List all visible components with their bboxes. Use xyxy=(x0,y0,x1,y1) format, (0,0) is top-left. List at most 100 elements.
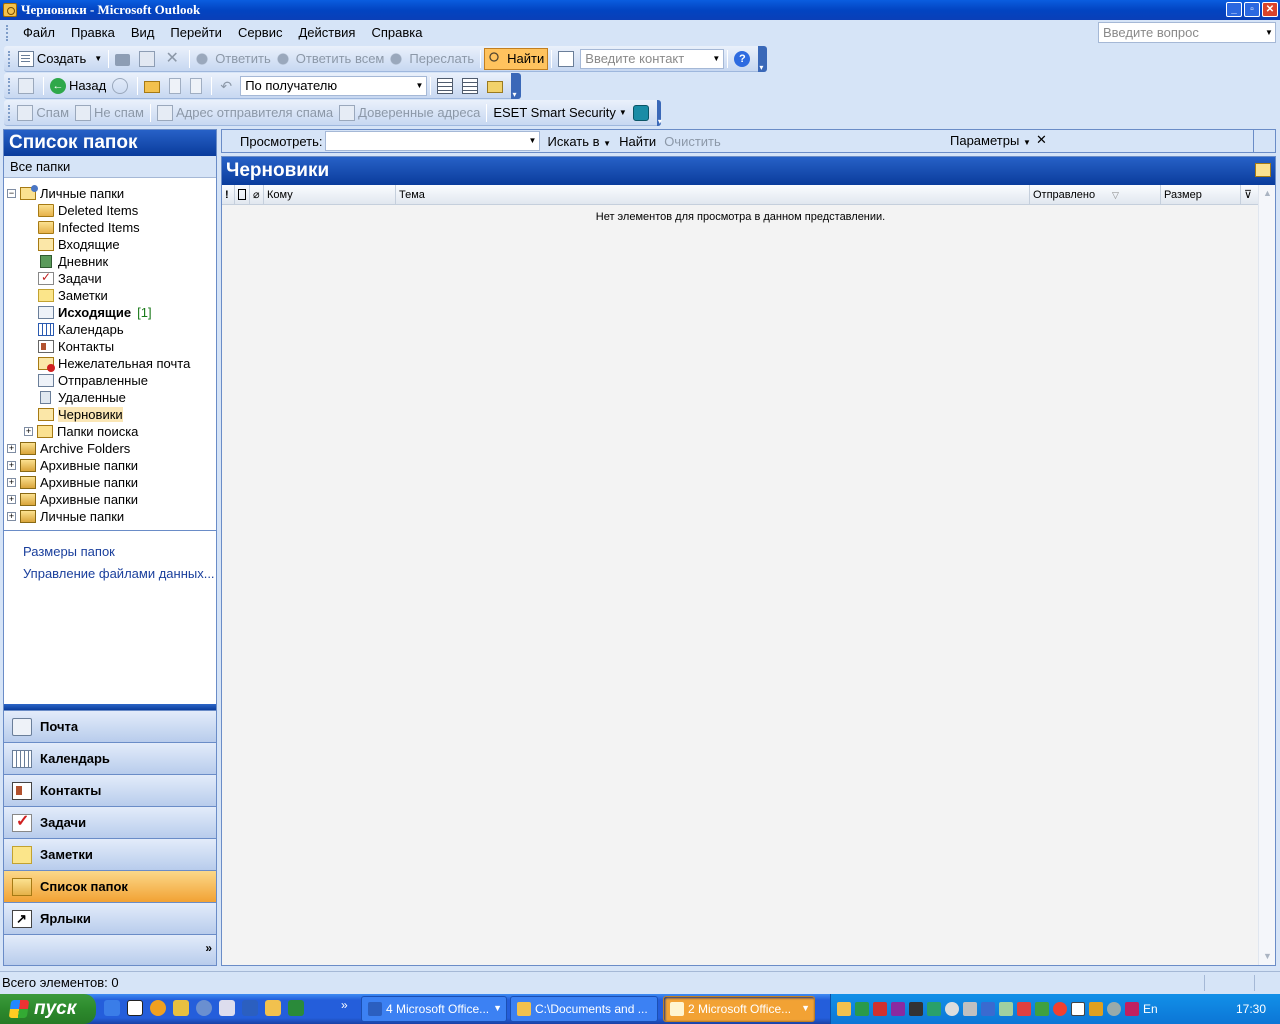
column-attachment[interactable]: ⌀ xyxy=(250,185,264,205)
print-preview-button[interactable] xyxy=(187,75,208,97)
outlook-icon[interactable] xyxy=(265,1000,281,1016)
trusted-addresses-button[interactable]: Доверенные адреса xyxy=(336,102,483,124)
up-one-level-button[interactable] xyxy=(141,75,166,97)
expand-icon[interactable]: + xyxy=(7,478,16,487)
app-icon[interactable] xyxy=(196,1000,212,1016)
toolbar-options-button[interactable] xyxy=(511,72,521,99)
network-icon[interactable] xyxy=(981,1002,995,1016)
eset-menu-button[interactable]: ESET Smart Security ▼ xyxy=(490,102,630,124)
tree-item-drafts[interactable]: Черновики xyxy=(38,406,123,423)
menu-file[interactable]: Файл xyxy=(15,23,63,43)
find-contact-combo[interactable]: Введите контакт ▼ xyxy=(580,48,725,69)
menu-help[interactable]: Справка xyxy=(363,23,430,43)
task-outlook-active[interactable]: 2 Microsoft Office... ▼ xyxy=(663,996,815,1022)
tree-item-journal[interactable]: Дневник xyxy=(38,253,108,270)
clear-button[interactable]: Очистить xyxy=(664,134,721,149)
find-message-button[interactable] xyxy=(484,75,509,97)
nav-tasks-button[interactable]: Задачи xyxy=(4,806,216,838)
winamp-icon[interactable] xyxy=(173,1000,189,1016)
configure-buttons-bar[interactable]: » xyxy=(4,934,216,965)
tree-item-deleted-items[interactable]: Удаленные xyxy=(38,389,126,406)
create-button[interactable]: Создать ▼ xyxy=(15,48,105,70)
address-book-button[interactable] xyxy=(555,48,580,70)
tree-item-calendar[interactable]: Календарь xyxy=(38,321,124,338)
toolbar-grip[interactable] xyxy=(8,50,11,67)
expand-icon[interactable]: + xyxy=(7,495,16,504)
column-importance[interactable]: ! xyxy=(222,185,235,205)
chevron-right-icon[interactable]: » xyxy=(205,941,212,955)
column-size[interactable]: Размер xyxy=(1161,185,1241,205)
column-icon[interactable] xyxy=(235,185,250,205)
help-button[interactable]: ? xyxy=(731,48,756,70)
vertical-scrollbar[interactable]: ▲ ▼ xyxy=(1258,185,1275,965)
print-button[interactable] xyxy=(112,48,136,70)
tray-app-icon[interactable] xyxy=(873,1002,887,1016)
tray-app-icon[interactable] xyxy=(855,1002,869,1016)
expand-icon[interactable]: + xyxy=(7,512,16,521)
back-button[interactable]: ← Назад xyxy=(47,75,109,97)
data-file-management-link[interactable]: Управление файлами данных... xyxy=(4,563,216,585)
find-now-button[interactable]: Найти xyxy=(619,134,656,149)
tray-app-icon[interactable] xyxy=(1071,1002,1085,1016)
nav-calendar-button[interactable]: Календарь xyxy=(4,742,216,774)
scroll-down-icon[interactable]: ▼ xyxy=(1259,948,1276,965)
eset-button[interactable] xyxy=(630,102,655,124)
tree-item-archive-2[interactable]: + Архивные папки xyxy=(7,474,138,491)
forward-nav-button[interactable] xyxy=(109,75,134,97)
excel-icon[interactable] xyxy=(288,1000,304,1016)
tray-app-icon[interactable] xyxy=(945,1002,959,1016)
spam-button[interactable]: Спам xyxy=(14,102,72,124)
chevron-down-icon[interactable]: ▼ xyxy=(412,77,426,95)
outlook-today-button[interactable] xyxy=(15,75,40,97)
menu-actions[interactable]: Действия xyxy=(290,23,363,43)
menu-edit[interactable]: Правка xyxy=(63,23,123,43)
spam-sender-button[interactable]: Адрес отправителя спама xyxy=(154,102,336,124)
nav-folder-list-button[interactable]: Список папок xyxy=(4,870,216,902)
calculator-icon[interactable] xyxy=(219,1000,235,1016)
nav-shortcuts-button[interactable]: Ярлыки xyxy=(4,902,216,934)
chevron-down-icon[interactable]: ▼ xyxy=(94,54,102,63)
tree-item-junk-mail[interactable]: Нежелательная почта xyxy=(38,355,190,372)
language-indicator[interactable]: En xyxy=(1143,1002,1158,1016)
organize-button[interactable] xyxy=(459,75,484,97)
forward-button[interactable]: Переслать xyxy=(387,48,477,70)
column-subject[interactable]: Тема xyxy=(396,185,1030,205)
toolbar-grip[interactable] xyxy=(8,104,11,121)
tree-item-sent-items[interactable]: Отправленные xyxy=(38,372,148,389)
toolbar-grip[interactable] xyxy=(8,77,11,94)
chevron-right-icon[interactable]: » xyxy=(341,998,348,1012)
tree-item-contacts[interactable]: Контакты xyxy=(38,338,114,355)
chevron-down-icon[interactable]: ▼ xyxy=(527,132,539,150)
column-to[interactable]: Кому xyxy=(264,185,396,205)
tree-item-personal-folders-2[interactable]: + Личные папки xyxy=(7,508,124,525)
folder-sizes-link[interactable]: Размеры папок xyxy=(4,541,216,563)
nav-contacts-button[interactable]: Контакты xyxy=(4,774,216,806)
expand-icon[interactable]: + xyxy=(24,427,33,436)
volume-icon[interactable] xyxy=(909,1002,923,1016)
menu-view[interactable]: Вид xyxy=(123,23,163,43)
minimize-button[interactable]: _ xyxy=(1226,2,1242,17)
chevron-down-icon[interactable]: ▼ xyxy=(709,50,723,68)
rules-button[interactable] xyxy=(434,75,459,97)
ie-icon[interactable] xyxy=(104,1000,120,1016)
tree-item-archive-1[interactable]: + Архивные папки xyxy=(7,457,138,474)
tray-app-icon[interactable] xyxy=(963,1002,977,1016)
look-for-input[interactable]: ▼ xyxy=(324,131,540,151)
tree-item-outbox[interactable]: Исходящие [1] xyxy=(38,304,152,321)
outlook-app-icon[interactable] xyxy=(3,3,17,17)
delete-button[interactable]: ✕ xyxy=(161,48,186,70)
nav-mail-button[interactable]: Почта xyxy=(4,710,216,742)
reply-all-button[interactable]: Ответить всем xyxy=(274,48,388,70)
start-button[interactable]: пуск xyxy=(0,994,96,1024)
media-player-icon[interactable] xyxy=(150,1000,166,1016)
tree-item-archive-3[interactable]: + Архивные папки xyxy=(7,491,138,508)
chevron-down-icon[interactable]: ▼ xyxy=(1263,28,1275,37)
reading-pane-button[interactable] xyxy=(166,75,187,97)
tray-app-icon[interactable] xyxy=(1107,1002,1121,1016)
task-explorer[interactable]: C:\Documents and ... xyxy=(510,996,658,1022)
clock[interactable]: 17:30 xyxy=(1236,1002,1266,1016)
toolbar-options-button[interactable] xyxy=(656,99,662,126)
filter-icon[interactable]: ⊽ xyxy=(1241,185,1259,205)
tree-item-personal-folders[interactable]: − Личные папки xyxy=(7,185,124,202)
tray-app-icon[interactable] xyxy=(1125,1002,1139,1016)
